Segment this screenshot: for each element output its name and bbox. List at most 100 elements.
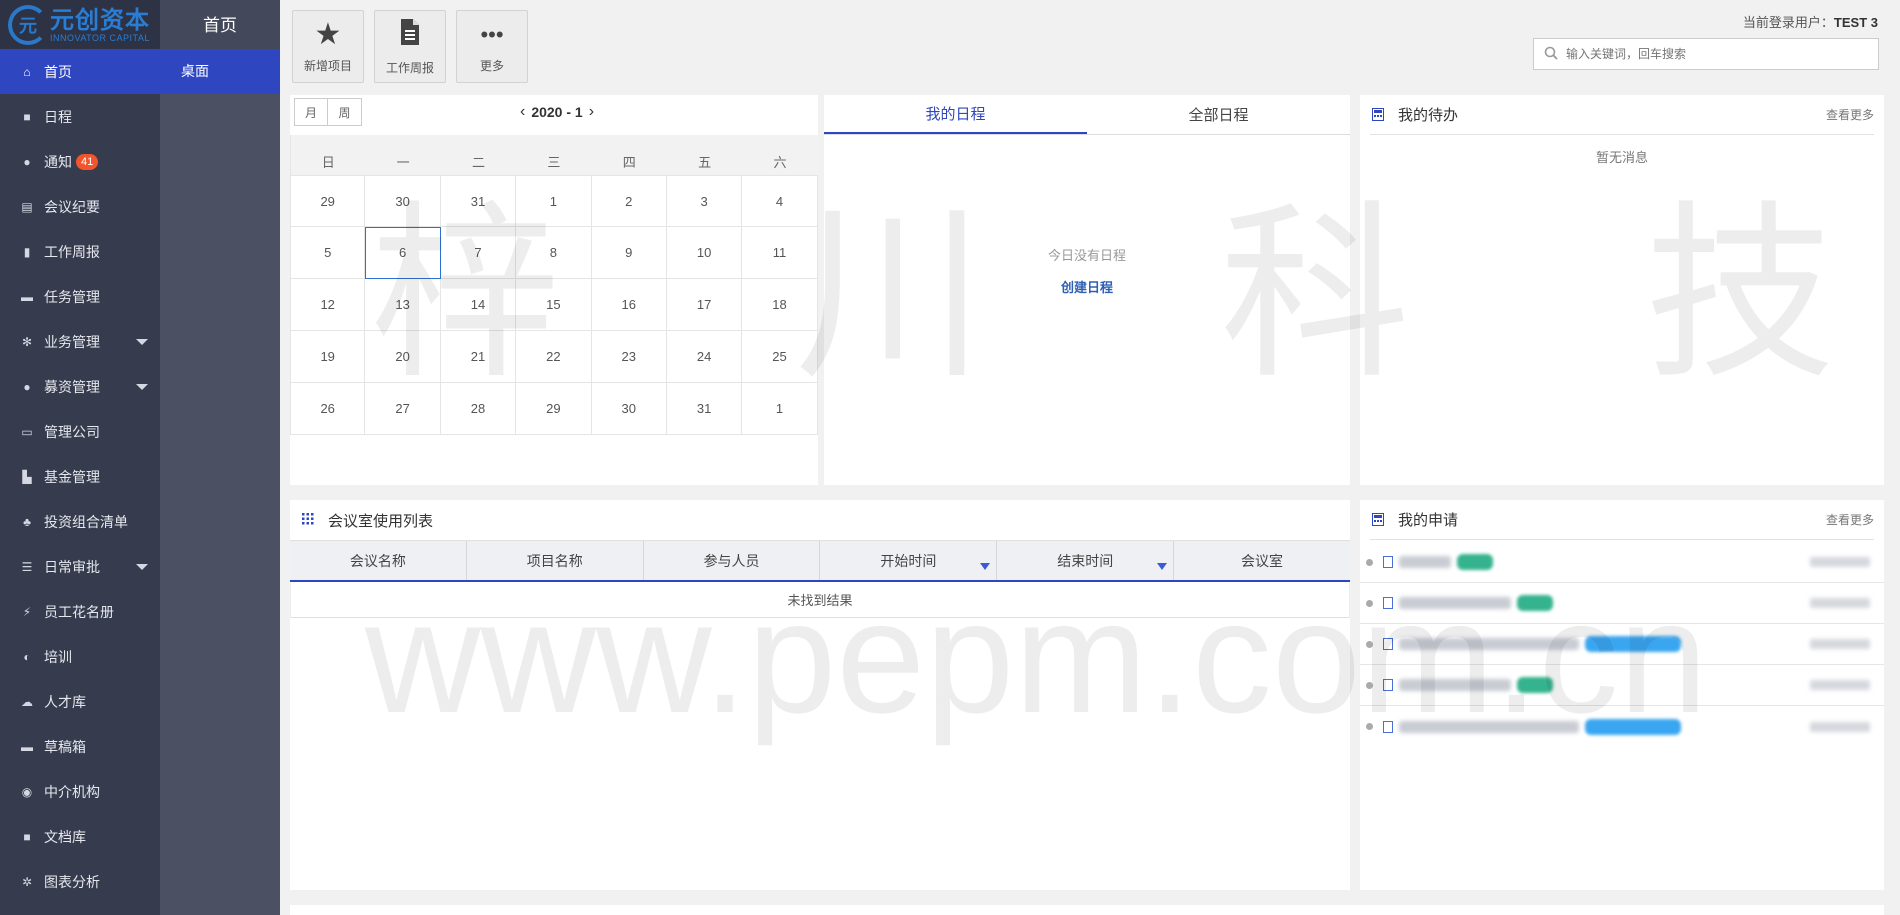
calendar-day[interactable]: 13 <box>365 279 441 331</box>
sidebar-item-label: 投资组合清单 <box>44 513 128 530</box>
search-box[interactable] <box>1533 38 1879 70</box>
calendar-day[interactable]: 4 <box>742 175 818 227</box>
list-item[interactable] <box>1360 624 1884 665</box>
calendar-day[interactable]: 5 <box>290 227 366 279</box>
calendar-day[interactable]: 21 <box>440 331 517 383</box>
todo-more-link[interactable]: 查看更多 <box>1826 106 1874 123</box>
calendar-day[interactable]: 12 <box>290 279 366 331</box>
sort-arrow-icon[interactable] <box>1157 563 1168 570</box>
calendar-day[interactable]: 30 <box>591 383 667 435</box>
calendar-period: 2020 - 1 <box>531 104 583 120</box>
document-icon <box>1383 556 1393 568</box>
sort-arrow-icon[interactable] <box>980 563 991 570</box>
sidebar-item-2[interactable]: ● 通知 41 <box>0 139 160 184</box>
document-icon <box>1383 597 1393 609</box>
calendar-day[interactable]: 16 <box>591 279 667 331</box>
weekly-report-button[interactable]: 工作周报 <box>374 10 446 83</box>
sidebar-item-1[interactable]: ■ 日程 <box>0 94 160 139</box>
sidebar-item-18[interactable]: ✲ 图表分析 <box>0 859 160 904</box>
sidebar-item-0[interactable]: ⌂ 首页 <box>0 49 160 94</box>
table-header-cell[interactable]: 结束时间 <box>997 541 1175 580</box>
blurred-date <box>1810 721 1870 732</box>
table-header-cell[interactable]: 会议室 <box>1174 541 1350 580</box>
apply-more-link[interactable]: 查看更多 <box>1826 511 1874 528</box>
calendar-day[interactable]: 29 <box>516 383 592 435</box>
column-label: 会议名称 <box>349 552 406 569</box>
calendar-day[interactable]: 25 <box>742 331 818 383</box>
calendar-day[interactable]: 6 <box>365 227 441 279</box>
sidebar-item-label: 会议纪要 <box>44 198 100 215</box>
sidebar-item-9[interactable]: ▙ 基金管理 <box>0 454 160 499</box>
tab-my-schedule[interactable]: 我的日程 <box>824 95 1087 134</box>
calendar-day[interactable]: 31 <box>666 383 743 435</box>
calendar-day[interactable]: 2 <box>591 175 667 227</box>
list-item[interactable] <box>1360 583 1884 624</box>
calendar-day[interactable]: 3 <box>666 175 743 227</box>
bullet-icon <box>1366 681 1373 689</box>
list-item[interactable] <box>1360 665 1884 706</box>
add-project-button[interactable]: ★ 新增项目 <box>292 10 364 83</box>
calendar-day[interactable]: 23 <box>591 331 667 383</box>
calendar-day[interactable]: 18 <box>742 279 818 331</box>
sidebar-item-3[interactable]: ▤ 会议纪要 <box>0 184 160 229</box>
calendar-day[interactable]: 1 <box>516 175 592 227</box>
calendar-day[interactable]: 19 <box>290 331 366 383</box>
calendar-day[interactable]: 11 <box>742 227 818 279</box>
sidebar-item-6[interactable]: ✻ 业务管理 <box>0 319 160 364</box>
calendar-day[interactable]: 31 <box>440 175 517 227</box>
calendar-day[interactable]: 27 <box>365 383 441 435</box>
sidebar-item-13[interactable]: ◐ 培训 <box>0 634 160 679</box>
status-badge <box>1517 677 1553 693</box>
meeting-room-panel: 会议室使用列表 会议名称 项目名称 参与人员 开始时间 结束时间 会议室 未找到结果 <box>290 500 1350 890</box>
calendar-day[interactable]: 8 <box>516 227 592 279</box>
sidebar-item-15[interactable]: ▬ 草稿箱 <box>0 724 160 769</box>
week-view-toggle[interactable]: 周 <box>328 98 362 126</box>
tab-all-schedule[interactable]: 全部日程 <box>1087 95 1350 134</box>
next-month-icon[interactable]: › <box>589 103 594 121</box>
bolt-icon: ⚡ <box>22 604 32 619</box>
search-input[interactable] <box>1566 47 1866 61</box>
document-icon <box>1383 679 1393 691</box>
calendar-day[interactable]: 9 <box>591 227 667 279</box>
calendar-day[interactable]: 15 <box>516 279 592 331</box>
calendar-day[interactable]: 30 <box>365 175 441 227</box>
sidebar-item-17[interactable]: ■ 文档库 <box>0 814 160 859</box>
sidebar-item-4[interactable]: ▮ 工作周报 <box>0 229 160 274</box>
table-header-cell[interactable]: 项目名称 <box>467 541 644 580</box>
blurred-text <box>1399 720 1579 733</box>
calendar-panel: 月 周 ‹ 2020 - 1 › 日一二三四五六 29 30 31 1 2 3 4 5 6 7 8 9… <box>290 95 818 485</box>
table-header-cell[interactable]: 开始时间 <box>820 541 998 580</box>
subnav-item-desktop[interactable]: 桌面 <box>160 49 280 94</box>
logo[interactable]: 元 元创资本 INNOVATOR CAPITAL <box>0 0 160 49</box>
calendar-day[interactable]: 20 <box>365 331 441 383</box>
table-header-cell[interactable]: 参与人员 <box>644 541 821 580</box>
prev-month-icon[interactable]: ‹ <box>520 103 525 121</box>
list-item[interactable] <box>1360 706 1884 747</box>
sidebar-item-5[interactable]: ▬ 任务管理 <box>0 274 160 319</box>
calendar-day[interactable]: 7 <box>440 227 517 279</box>
more-button[interactable]: ••• 更多 <box>456 10 528 83</box>
calendar-day[interactable]: 24 <box>666 331 743 383</box>
column-label: 会议室 <box>1241 552 1284 569</box>
list-item[interactable] <box>1360 542 1884 583</box>
sidebar-item-7[interactable]: ● 募资管理 <box>0 364 160 409</box>
calendar-day[interactable]: 10 <box>666 227 743 279</box>
sliders-icon: ☰ <box>21 559 33 574</box>
month-view-toggle[interactable]: 月 <box>294 98 328 126</box>
sidebar-item-16[interactable]: ◉ 中介机构 <box>0 769 160 814</box>
calendar-day[interactable]: 22 <box>516 331 592 383</box>
calendar-day[interactable]: 29 <box>290 175 366 227</box>
sidebar-item-8[interactable]: ▭ 管理公司 <box>0 409 160 454</box>
sidebar-item-14[interactable]: ☁ 人才库 <box>0 679 160 724</box>
calendar-day[interactable]: 26 <box>290 383 366 435</box>
calendar-week: 19 20 21 22 23 24 25 <box>290 331 818 383</box>
sidebar-item-11[interactable]: ☰ 日常审批 <box>0 544 160 589</box>
calendar-day[interactable]: 1 <box>742 383 818 435</box>
calendar-day[interactable]: 14 <box>440 279 517 331</box>
create-schedule-link[interactable]: 创建日程 <box>824 277 1350 296</box>
sidebar-item-10[interactable]: ♣ 投资组合清单 <box>0 499 160 544</box>
table-header-cell[interactable]: 会议名称 <box>290 541 467 580</box>
calendar-day[interactable]: 17 <box>666 279 743 331</box>
sidebar-item-12[interactable]: ⚡ 员工花名册 <box>0 589 160 634</box>
calendar-day[interactable]: 28 <box>440 383 517 435</box>
